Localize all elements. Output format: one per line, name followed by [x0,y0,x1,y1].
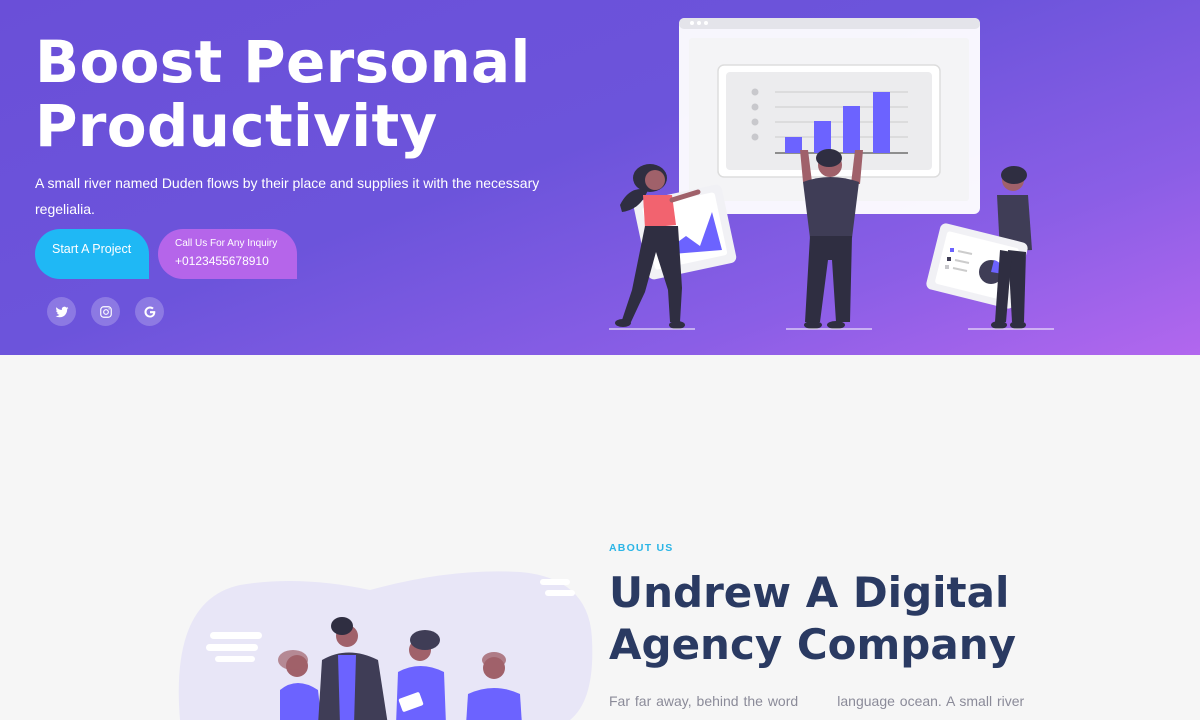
start-project-button[interactable]: Start A Project [35,229,149,279]
hero-title-line1: Boost Personal [35,28,531,96]
about-title: Undrew A Digital Agency Company [609,567,1089,671]
call-label: Call Us For Any Inquiry [175,238,278,249]
about-tag: ABOUT US [609,542,674,554]
hero-illustration [609,18,1054,330]
twitter-link[interactable] [47,297,76,326]
hero-section: Boost Personal Productivity A small rive… [0,0,1200,355]
hero-title-line2: Productivity [35,92,438,160]
about-illustration [178,571,593,720]
social-links [47,297,164,326]
call-inquiry-button[interactable]: Call Us For Any Inquiry +0123455678910 [158,229,297,279]
instagram-icon [99,305,112,318]
about-description: Far far away, behind the word language o… [609,693,1025,709]
about-title-line1: Undrew A Digital [609,568,1010,617]
about-title-line2: Agency Company [609,620,1016,669]
hero-description: A small river named Duden flows by their… [35,175,540,217]
twitter-icon [55,306,68,317]
instagram-link[interactable] [91,297,120,326]
call-phone: +0123455678910 [175,254,269,268]
google-link[interactable] [135,297,164,326]
google-icon [143,305,155,318]
hero-title: Boost Personal Productivity [35,30,595,158]
